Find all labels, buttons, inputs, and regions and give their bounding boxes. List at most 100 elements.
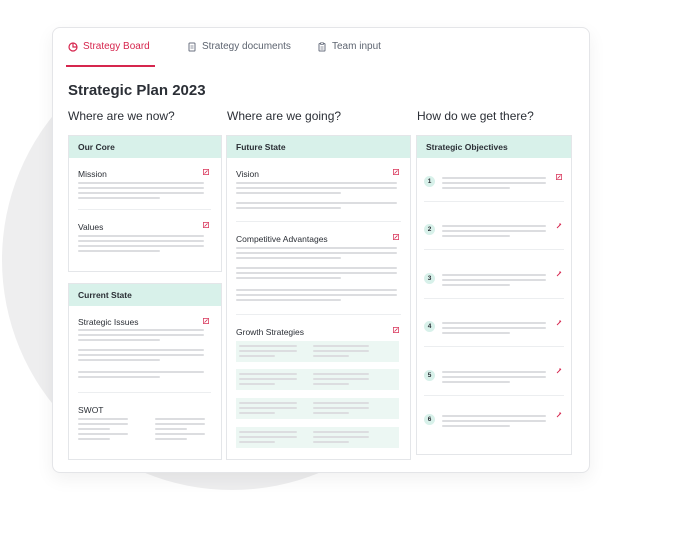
placeholder-line — [239, 436, 297, 438]
placeholder-line — [442, 187, 510, 189]
placeholder-line — [78, 418, 128, 420]
edit-icon — [556, 223, 562, 229]
future-state-panel: Future State Vision Competitive Advantag… — [226, 135, 411, 460]
edit-objective-5-button[interactable] — [556, 368, 562, 374]
edit-icon — [556, 320, 562, 326]
placeholder-line — [78, 197, 160, 199]
placeholder-line — [313, 412, 349, 414]
placeholder-line — [236, 202, 397, 204]
placeholder-line — [313, 345, 369, 347]
edit-icon — [556, 174, 562, 180]
objective-number: 5 — [424, 370, 435, 381]
placeholder-line — [239, 355, 275, 357]
placeholder-line — [78, 376, 160, 378]
placeholder-line — [239, 431, 297, 433]
panel-header: Future State — [227, 136, 410, 158]
placeholder-line — [442, 274, 546, 276]
placeholder-line — [442, 332, 510, 334]
edit-icon — [556, 412, 562, 418]
placeholder-line — [78, 438, 110, 440]
pie-chart-icon — [68, 42, 78, 52]
placeholder-line — [236, 299, 341, 301]
edit-objective-1-button[interactable] — [556, 174, 562, 180]
edit-icon — [393, 234, 399, 240]
placeholder-line — [78, 349, 204, 351]
edit-icon — [203, 318, 209, 324]
section-label-competitive-advantages: Competitive Advantages — [236, 234, 328, 244]
divider — [424, 201, 564, 202]
placeholder-line — [313, 431, 369, 433]
placeholder-line — [155, 428, 187, 430]
tab-label: Strategy Board — [83, 41, 150, 52]
section-label-vision: Vision — [236, 169, 259, 179]
edit-vision-button[interactable] — [393, 169, 399, 175]
placeholder-line — [236, 277, 341, 279]
placeholder-line — [442, 230, 546, 232]
placeholder-line — [78, 187, 204, 189]
edit-values-button[interactable] — [203, 222, 209, 228]
placeholder-line — [155, 438, 187, 440]
placeholder-line — [313, 441, 349, 443]
tab-strategy-documents[interactable]: Strategy documents — [187, 41, 291, 67]
edit-objective-4-button[interactable] — [556, 320, 562, 326]
section-label-swot: SWOT — [78, 405, 104, 415]
edit-growth-strategies-button[interactable] — [393, 327, 399, 333]
placeholder-line — [78, 182, 204, 184]
section-label-strategic-issues: Strategic Issues — [78, 317, 139, 327]
placeholder-line — [236, 247, 397, 249]
edit-objective-2-button[interactable] — [556, 223, 562, 229]
edit-icon — [203, 169, 209, 175]
placeholder-line — [236, 272, 397, 274]
placeholder-line — [239, 407, 297, 409]
placeholder-line — [78, 334, 204, 336]
placeholder-line — [78, 433, 128, 435]
edit-icon — [556, 368, 562, 374]
strategy-board-card: Strategy Board Strategy documents Team i… — [52, 27, 590, 473]
edit-objective-6-button[interactable] — [556, 412, 562, 418]
placeholder-line — [236, 289, 397, 291]
placeholder-line — [442, 425, 510, 427]
panel-header: Strategic Objectives — [417, 136, 571, 158]
edit-competitive-advantages-button[interactable] — [393, 234, 399, 240]
placeholder-line — [155, 423, 205, 425]
placeholder-line — [78, 354, 204, 356]
placeholder-line — [239, 412, 275, 414]
tab-label: Strategy documents — [202, 41, 291, 52]
clipboard-icon — [318, 42, 326, 52]
tab-strategy-board[interactable]: Strategy Board — [66, 41, 155, 67]
placeholder-line — [78, 250, 160, 252]
divider — [236, 221, 401, 222]
panel-header: Our Core — [69, 136, 221, 158]
placeholder-line — [442, 182, 546, 184]
placeholder-line — [236, 207, 341, 209]
edit-objective-3-button[interactable] — [556, 271, 562, 277]
divider — [78, 392, 211, 393]
divider — [424, 346, 564, 347]
section-label-growth-strategies: Growth Strategies — [236, 327, 305, 337]
edit-icon — [556, 271, 562, 277]
edit-mission-button[interactable] — [203, 169, 209, 175]
placeholder-line — [442, 381, 510, 383]
growth-strategy-row — [236, 427, 399, 448]
placeholder-line — [239, 345, 297, 347]
current-state-panel: Current State Strategic Issues SWOT — [68, 283, 222, 460]
placeholder-line — [442, 225, 546, 227]
divider — [424, 395, 564, 396]
placeholder-line — [78, 240, 204, 242]
placeholder-line — [236, 252, 397, 254]
panel-header: Current State — [69, 284, 221, 306]
placeholder-line — [442, 322, 546, 324]
divider — [78, 209, 211, 210]
placeholder-line — [313, 383, 349, 385]
our-core-panel: Our Core Mission Values — [68, 135, 222, 272]
edit-strategic-issues-button[interactable] — [203, 318, 209, 324]
tab-team-input[interactable]: Team input — [317, 41, 381, 67]
placeholder-line — [239, 383, 275, 385]
placeholder-line — [78, 423, 128, 425]
placeholder-line — [442, 327, 546, 329]
placeholder-line — [442, 235, 510, 237]
section-label-mission: Mission — [78, 169, 107, 179]
placeholder-line — [78, 329, 204, 331]
placeholder-line — [239, 378, 297, 380]
objective-number: 4 — [424, 321, 435, 332]
